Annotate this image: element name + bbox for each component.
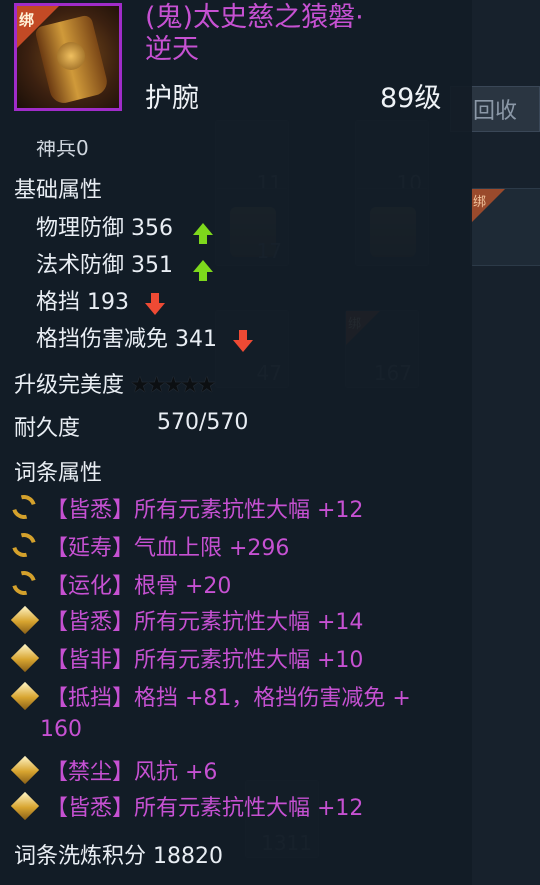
bind-badge-icon: 绑: [471, 189, 505, 223]
item-level: 89级: [380, 83, 442, 114]
item-name: (鬼)太史慈之猿磐· 逆天: [145, 2, 465, 66]
cutoff-text: 神兵0: [36, 140, 89, 158]
item-tooltip: 绑 (鬼)太史慈之猿磐· 逆天 护腕 89级 神兵0 基础属性 物理防御 356…: [0, 0, 472, 885]
durability-label: 耐久度: [14, 416, 81, 441]
item-name-line: (鬼)太史慈之猿磐·: [145, 2, 364, 33]
stat-row: 物理防御 356: [36, 210, 213, 244]
affix-row: 【运化】根骨 +20: [46, 574, 232, 599]
diamond-icon: [10, 643, 40, 673]
durability-value: 570/570: [157, 410, 249, 435]
bind-badge-label: 绑: [19, 11, 35, 29]
affix-row: 【抵挡】格挡 +81，格挡伤害减免 +: [46, 686, 411, 711]
swirl-icon: [7, 566, 41, 600]
durability-row: 耐久度 570/570: [14, 410, 248, 442]
affix-row: 【禁尘】风抗 +6: [46, 760, 218, 785]
diamond-icon: [10, 605, 40, 635]
beast-face-icon: [57, 42, 85, 70]
perfection-label: 升级完美度: [14, 373, 125, 398]
perfection-row: 升级完美度 ★★★★★: [14, 367, 217, 399]
item-icon: 绑: [14, 3, 122, 111]
arrow-up-icon: [193, 223, 213, 244]
affix-row: 【皆非】所有元素抗性大幅 +10: [46, 648, 364, 673]
item-name-line: 逆天: [145, 34, 199, 65]
item-type: 护腕: [145, 83, 199, 114]
arrow-down-icon: [233, 330, 253, 352]
affix-row: 【皆悉】所有元素抗性大幅 +12: [46, 498, 364, 523]
star-rating: ★★★★★: [130, 373, 217, 398]
stat-label: 物理防御 356: [36, 216, 173, 241]
stat-row: 法术防御 351: [36, 247, 213, 281]
swirl-icon: [7, 528, 41, 562]
stat-row: 格挡 193: [36, 284, 165, 316]
affix-heading: 词条属性: [14, 461, 103, 486]
stat-row: 格挡伤害减免 341: [36, 321, 253, 353]
affix-row: 【皆悉】所有元素抗性大幅 +14: [46, 610, 364, 635]
arrow-down-icon: [145, 293, 165, 315]
cutoff-line: 神兵0: [36, 140, 89, 158]
affix-row: 【延寿】气血上限 +296: [46, 536, 290, 561]
refine-points: 词条洗炼积分 18820: [14, 844, 223, 869]
item-header: 绑 (鬼)太史慈之猿磐· 逆天 护腕 89级: [0, 0, 472, 140]
affix-row-continuation: 160: [40, 717, 82, 742]
bind-badge-label: 绑: [473, 195, 487, 210]
swirl-icon: [7, 490, 41, 524]
basic-heading: 基础属性: [14, 178, 103, 203]
inventory-slot[interactable]: 绑: [470, 188, 540, 266]
affix-row: 【皆悉】所有元素抗性大幅 +12: [46, 796, 364, 821]
stat-label: 格挡伤害减免 341: [36, 327, 217, 352]
stat-label: 格挡 193: [36, 290, 129, 315]
stat-label: 法术防御 351: [36, 253, 173, 278]
arrow-up-icon: [193, 260, 213, 281]
diamond-icon: [10, 755, 40, 785]
diamond-icon: [10, 681, 40, 711]
diamond-icon: [10, 791, 40, 821]
